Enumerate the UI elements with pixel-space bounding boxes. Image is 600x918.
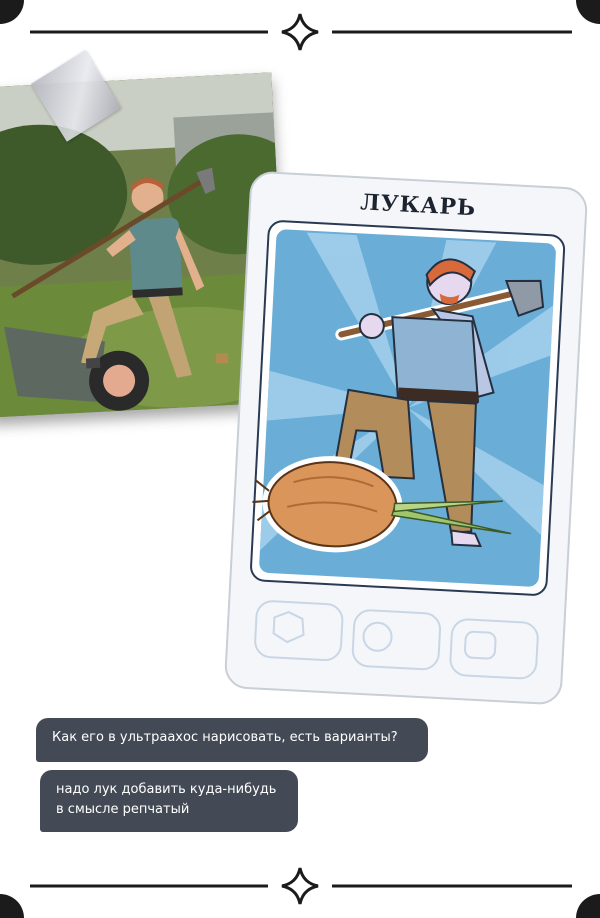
message-line: Как его в ультраахос нарисовать, есть ва… bbox=[52, 730, 398, 745]
four-point-star-icon bbox=[281, 13, 319, 51]
message-line: в смысле репчатый bbox=[56, 802, 190, 817]
bottom-divider bbox=[30, 867, 572, 905]
chat-message: Как его в ультраахос нарисовать, есть ва… bbox=[36, 718, 428, 762]
meme-page: ЛУКАРЬ Как его в ультраахос нарисовать, … bbox=[0, 0, 600, 918]
message-line: надо лук добавить куда-нибудь bbox=[56, 782, 277, 797]
four-point-star-icon bbox=[281, 867, 319, 905]
chat-message: надо лук добавить куда-нибудь в смысле р… bbox=[40, 770, 298, 832]
game-card: ЛУКАРЬ bbox=[223, 169, 590, 706]
top-divider bbox=[30, 13, 572, 51]
